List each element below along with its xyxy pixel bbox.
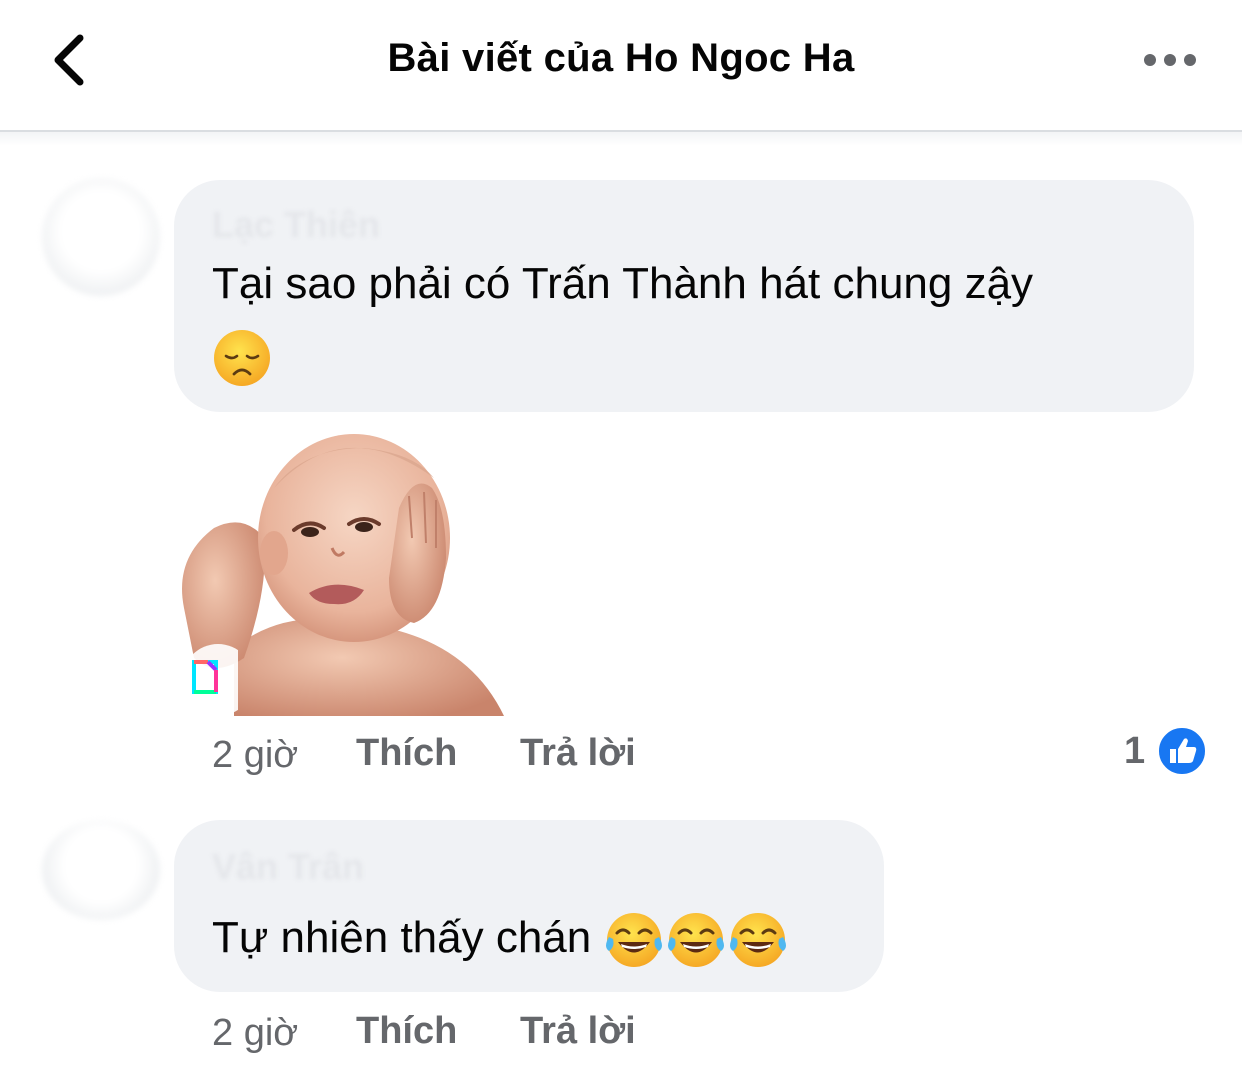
- comment-timestamp[interactable]: 2 giờ: [212, 1012, 298, 1055]
- comment-timestamp[interactable]: 2 giờ: [212, 734, 298, 777]
- gif-sticker-icon: [182, 644, 238, 716]
- top-bar: Bài viết của Ho Ngoc Ha: [0, 0, 1242, 132]
- page-title: Bài viết của Ho Ngoc Ha: [387, 36, 855, 80]
- avatar[interactable]: [42, 178, 160, 296]
- header-shadow: [0, 132, 1242, 146]
- like-button[interactable]: Thích: [356, 732, 457, 775]
- tears-of-joy-emoji: [730, 913, 787, 968]
- comment-text-body: Tại sao phải có Trấn Thành hát chung zậy: [212, 259, 1034, 308]
- like-reaction-icon[interactable]: [1156, 725, 1208, 777]
- comment-text: Tại sao phải có Trấn Thành hát chung zậy: [212, 248, 1172, 392]
- tears-of-joy-emoji: [606, 913, 663, 968]
- tears-of-joy-emoji: [668, 913, 725, 968]
- comment-author[interactable]: Lạc Thiên: [212, 204, 380, 246]
- comment-text: Tự nhiên thấy chán: [212, 902, 872, 974]
- comment-author[interactable]: Vân Trân: [212, 846, 364, 888]
- reply-button[interactable]: Trả lời: [520, 1010, 636, 1053]
- disappointed-face-emoji: [214, 330, 270, 387]
- reaction-count[interactable]: 1: [1124, 730, 1145, 773]
- more-options-button[interactable]: [1140, 44, 1200, 76]
- more-horizontal-icon: [1144, 54, 1196, 66]
- like-button[interactable]: Thích: [356, 1010, 457, 1053]
- avatar[interactable]: [42, 820, 160, 920]
- comment-text-body: Tự nhiên thấy chán: [212, 913, 592, 962]
- reply-button[interactable]: Trả lời: [520, 732, 636, 775]
